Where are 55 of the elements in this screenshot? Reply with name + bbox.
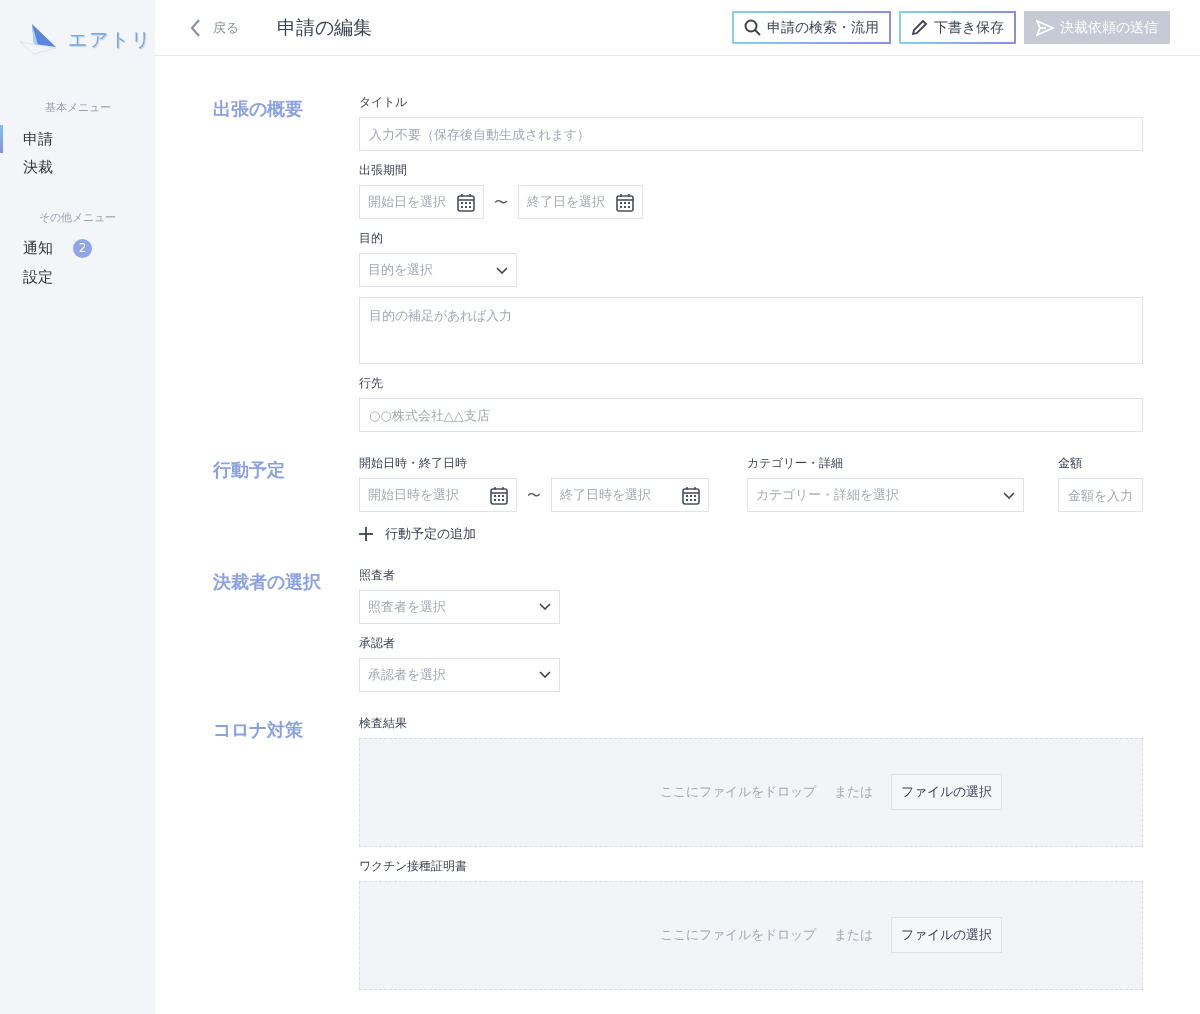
chevron-down-icon	[539, 671, 551, 678]
field-label: 承認者	[359, 634, 396, 652]
sidebar-item[interactable]: 通知 2	[0, 234, 155, 263]
field-label: 行先	[359, 375, 384, 392]
field-label: カテゴリー・詳細	[747, 455, 844, 472]
send-icon	[1036, 18, 1054, 37]
field-label: 照査者	[359, 566, 396, 584]
drop-hint: ここにファイルをドロップ	[660, 926, 816, 945]
header-button[interactable]: 下書き保存	[899, 11, 1016, 44]
field-label: 開始日時・終了日時	[359, 455, 468, 472]
sidebar-item[interactable]: 申請	[0, 124, 155, 153]
chevron-down-icon	[539, 603, 551, 610]
menu-heading: その他メニュー	[38, 209, 117, 226]
tilde-separator: 〜	[527, 485, 541, 505]
text-field[interactable]: 入力不要（保存後自動生成されます）	[359, 117, 1143, 151]
count-badge: 2	[73, 238, 92, 258]
chevron-down-icon	[496, 266, 508, 274]
section-title: 行動予定	[213, 458, 286, 482]
add-schedule-button[interactable]: 行動予定の追加	[359, 524, 1143, 544]
plus-icon	[359, 526, 373, 541]
text-field[interactable]: ○○株式会社△△支店	[359, 398, 1143, 432]
sidebar-item[interactable]: 決裁	[0, 153, 155, 182]
file-select-button[interactable]: ファイルの選択	[891, 917, 1002, 953]
paper-plane-logo	[18, 22, 58, 56]
file-drop-zone[interactable]: ここにファイルをドロップ または ファイルの選択	[359, 880, 1143, 990]
menu-heading: 基本メニュー	[43, 100, 112, 116]
logo-text: エアトリ	[68, 26, 152, 52]
file-drop-zone[interactable]: ここにファイルをドロップ または ファイルの選択	[359, 737, 1143, 847]
calendar-icon	[616, 192, 634, 212]
field-label: 目的	[359, 230, 384, 247]
field-label: タイトル	[359, 94, 408, 111]
calendar-icon	[457, 192, 475, 212]
field-label: 検査結果	[359, 714, 408, 732]
calendar-icon	[682, 485, 700, 505]
field-label: 金額	[1058, 455, 1083, 472]
tilde-separator: 〜	[494, 192, 508, 212]
section-title: コロナ対策	[213, 717, 304, 742]
text-field[interactable]: 金額を入力	[1058, 478, 1143, 512]
chevron-left-icon	[190, 18, 201, 37]
textarea-field[interactable]: 目的の補足があれば入力	[359, 297, 1143, 364]
section-title: 決裁者の選択	[213, 569, 322, 594]
pencil-icon	[911, 19, 928, 36]
field-label: ワクチン接種証明書	[359, 857, 468, 875]
file-select-button[interactable]: ファイルの選択	[891, 774, 1002, 810]
page-title: 申請の編集	[277, 15, 372, 41]
calendar-icon	[490, 485, 508, 505]
field-label: 出張期間	[359, 162, 408, 179]
search-icon	[744, 19, 761, 36]
header-button[interactable]: 申請の検索・流用	[732, 11, 891, 44]
or-text: または	[834, 783, 873, 802]
or-text: または	[834, 926, 873, 945]
sidebar-item[interactable]: 設定	[0, 262, 155, 291]
section-title: 出張の概要	[213, 97, 304, 121]
chevron-down-icon	[1003, 491, 1015, 499]
drop-hint: ここにファイルをドロップ	[660, 783, 816, 802]
